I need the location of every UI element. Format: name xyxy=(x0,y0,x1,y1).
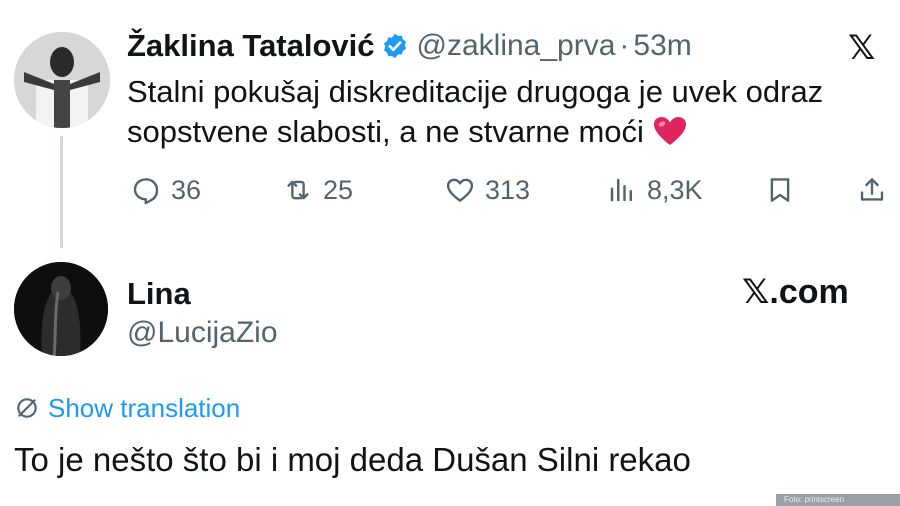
avatar-image xyxy=(14,262,108,356)
reply-icon xyxy=(133,178,159,205)
share-icon xyxy=(860,178,884,201)
reply-author-handle[interactable]: @LucijaZio xyxy=(127,316,278,350)
reply-text: To je nešto što bi i moj deda Dušan Siln… xyxy=(14,441,691,478)
avatar-zaklina[interactable] xyxy=(14,32,110,128)
verified-badge-icon xyxy=(383,33,406,59)
reply-button[interactable]: 36 xyxy=(131,170,201,210)
tweet-text: Stalni pokušaj diskreditacije drugoga je… xyxy=(127,72,887,152)
views-count: 8,3K xyxy=(647,174,703,205)
x-logo-icon[interactable]: 𝕏 xyxy=(848,28,875,68)
views-icon xyxy=(610,178,632,202)
red-heart-icon xyxy=(653,117,686,145)
author-name[interactable]: Žaklina Tatalović xyxy=(127,28,375,64)
tweet-actions: 36 25 313 8,3K xyxy=(127,170,897,210)
show-translation-label: Show translation xyxy=(48,392,241,423)
meta-separator: · xyxy=(619,29,630,62)
author-handle[interactable]: @zaklina_prva xyxy=(417,29,616,63)
heart-emoji xyxy=(653,114,687,149)
x-com-label: 𝕏.com xyxy=(742,273,849,311)
reply-author-name[interactable]: Lina xyxy=(127,276,191,311)
retweet-icon xyxy=(287,180,309,200)
tweet-header: Žaklina Tatalović @zaklina_prva · 53m xyxy=(127,26,692,66)
translate-icon xyxy=(17,398,37,418)
bookmark-button[interactable] xyxy=(765,170,795,210)
thread-line xyxy=(60,136,63,248)
reply-count: 36 xyxy=(171,174,202,205)
tweet-text-body: Stalni pokušaj diskreditacije drugoga je… xyxy=(127,74,824,149)
share-button[interactable] xyxy=(857,170,887,210)
avatar-lina[interactable] xyxy=(14,262,108,356)
show-translation-link[interactable]: Show translation xyxy=(14,391,240,425)
views-button[interactable]: 8,3K xyxy=(607,170,703,210)
tweet-time[interactable]: 53m xyxy=(633,29,691,63)
reply-header: Lina xyxy=(127,276,191,312)
avatar-image xyxy=(14,32,110,128)
like-button[interactable]: 313 xyxy=(445,170,530,210)
photo-credit-watermark: Foto: printscreen xyxy=(776,494,900,506)
like-count: 313 xyxy=(485,174,531,205)
retweet-count: 25 xyxy=(323,174,354,205)
like-icon xyxy=(446,178,474,202)
retweet-button[interactable]: 25 xyxy=(283,170,353,210)
bookmark-icon xyxy=(770,178,790,202)
